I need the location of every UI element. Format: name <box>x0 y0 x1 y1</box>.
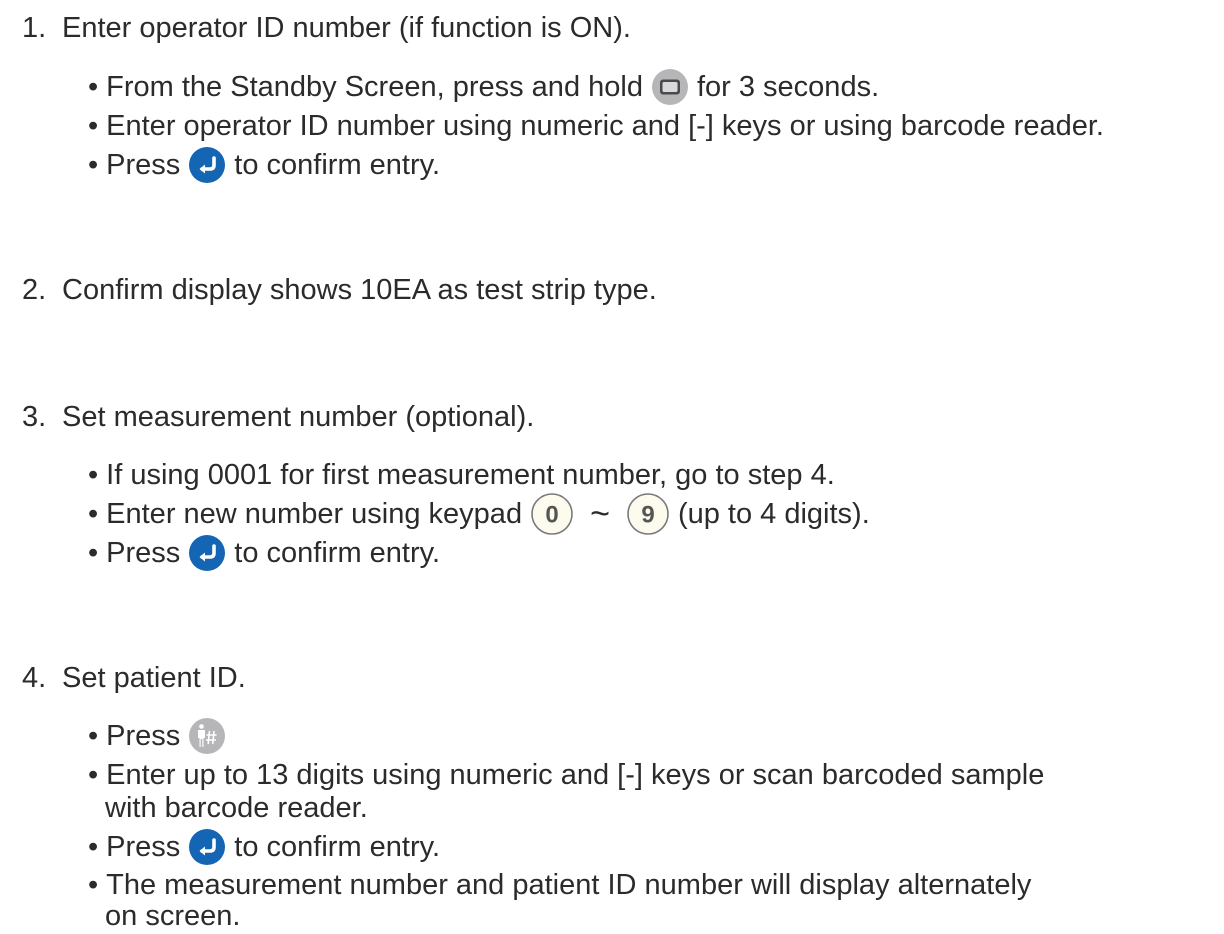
bullet: • <box>88 537 99 569</box>
step-title: Set measurement number (optional). <box>62 401 535 433</box>
bullet: • <box>88 149 99 181</box>
bullet: • <box>88 71 99 103</box>
step-3-bullet-1: • If using 0001 for first measurement nu… <box>88 459 835 491</box>
svg-text:9: 9 <box>641 502 654 529</box>
step-4-bullet-1: • Press <box>88 718 234 754</box>
step-number: 1. <box>22 12 47 44</box>
step-number: 4. <box>22 662 47 694</box>
step-title: Confirm display shows 10EA as test strip… <box>62 274 657 306</box>
step-number: 2. <box>22 274 47 306</box>
step-1-bullet-1: • From the Standby Screen, press and hol… <box>88 69 879 105</box>
step-1-bullet-2: • Enter operator ID number using numeric… <box>88 110 1104 142</box>
step-1-title: 1. Enter operator ID number (if function… <box>22 10 631 46</box>
range-separator: ~ <box>590 495 610 533</box>
bullet: • <box>88 720 99 752</box>
step-3-bullet-3: • Press to confirm entry. <box>88 535 440 571</box>
step-title: Enter operator ID number (if function is… <box>62 12 631 44</box>
step-2-title: 2. Confirm display shows 10EA as test st… <box>22 272 657 308</box>
enter-button-icon <box>188 828 226 866</box>
patient-id-button-icon <box>188 717 226 755</box>
step-3-bullet-2: • Enter new number using keypad 0 ~ 9 (u… <box>88 493 870 535</box>
display-button-icon <box>651 68 689 106</box>
enter-button-icon <box>188 534 226 572</box>
step-4-bullet-2-continued: with barcode reader. <box>105 792 368 824</box>
bullet: • <box>88 831 99 863</box>
step-3-title: 3. Set measurement number (optional). <box>22 399 534 435</box>
svg-text:0: 0 <box>545 502 558 529</box>
bullet: • <box>88 869 99 901</box>
step-1-bullet-3: • Press to confirm entry. <box>88 147 440 183</box>
step-title: Set patient ID. <box>62 662 246 694</box>
bullet: • <box>88 498 99 530</box>
bullet: • <box>88 110 99 142</box>
instruction-page: 1. Enter operator ID number (if function… <box>0 0 1224 932</box>
bullet: • <box>88 759 99 791</box>
step-number: 3. <box>22 401 47 433</box>
key-9-icon: 9 <box>626 492 670 536</box>
bullet: • <box>88 459 99 491</box>
step-4-bullet-2: • Enter up to 13 digits using numeric an… <box>88 759 1045 791</box>
step-4-title: 4. Set patient ID. <box>22 660 246 696</box>
enter-button-icon <box>188 146 226 184</box>
step-4-bullet-4-continued: on screen. <box>105 900 241 932</box>
key-0-icon: 0 <box>530 492 574 536</box>
step-4-bullet-3: • Press to confirm entry. <box>88 829 440 865</box>
